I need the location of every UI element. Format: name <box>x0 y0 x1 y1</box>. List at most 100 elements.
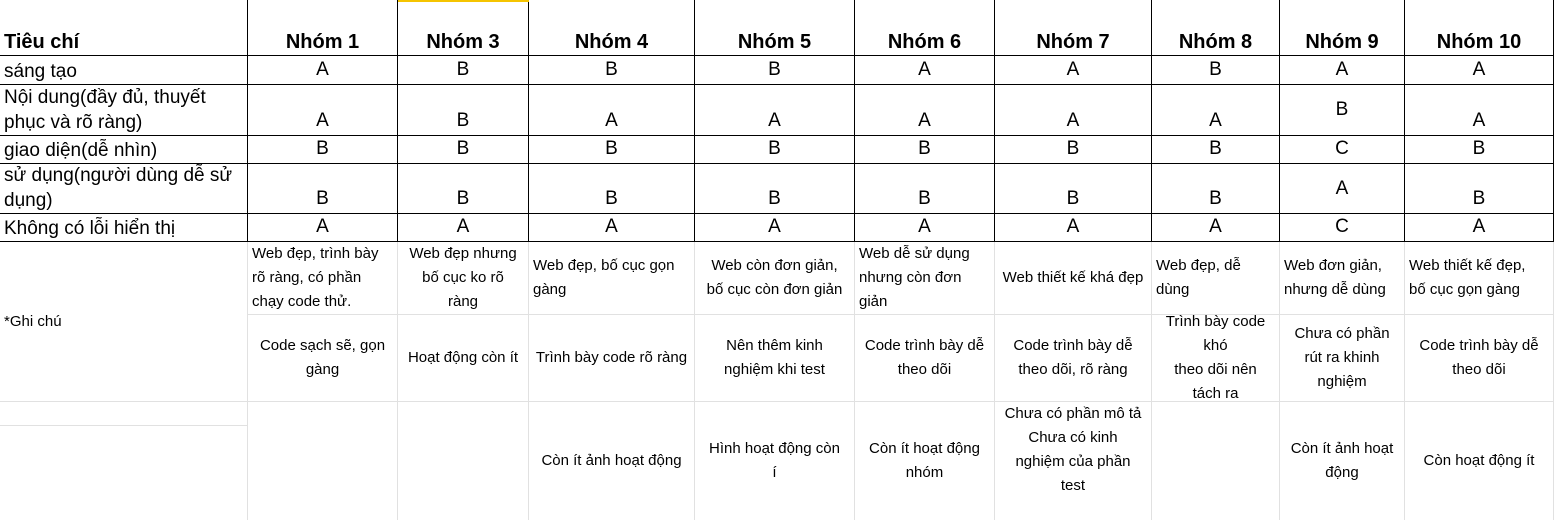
grade-cell[interactable]: A <box>995 85 1152 136</box>
grade-cell[interactable]: A <box>995 214 1152 242</box>
criteria-label[interactable]: sáng tạo <box>0 56 248 85</box>
grade-cell[interactable]: B <box>529 164 695 214</box>
header-group-3[interactable]: Nhóm 4 <box>529 0 695 56</box>
header-group-1[interactable]: Nhóm 1 <box>248 0 398 56</box>
note-cell[interactable]: Web thiết kế đẹp, bố cục gọn gàng <box>1405 242 1554 315</box>
grade-cell-text: C <box>1335 138 1349 159</box>
grade-cell[interactable]: B <box>398 85 529 136</box>
grade-cell[interactable]: A <box>855 85 995 136</box>
grade-cell[interactable]: A <box>1152 214 1280 242</box>
notes-label[interactable]: *Ghi chú <box>0 242 248 402</box>
note-cell-text: Web đẹp, bố cục gọn gàng <box>533 257 675 298</box>
note-cell[interactable]: Code trình bày dễ theo dõi <box>855 315 995 402</box>
note-cell[interactable]: Nên thêm kinh nghiệm khi test <box>695 315 855 402</box>
grade-cell[interactable]: B <box>855 164 995 214</box>
grade-cell[interactable]: B <box>248 164 398 214</box>
grade-cell[interactable]: A <box>529 214 695 242</box>
grade-cell[interactable]: B <box>995 164 1152 214</box>
header-group-7[interactable]: Nhóm 8 <box>1152 0 1280 56</box>
header-group-5[interactable]: Nhóm 6 <box>855 0 995 56</box>
header-group-8[interactable]: Nhóm 9 <box>1280 0 1405 56</box>
grade-cell[interactable]: A <box>398 214 529 242</box>
header-group-4[interactable]: Nhóm 5 <box>695 0 855 56</box>
header-group-2-text: Nhóm 3 <box>426 31 500 53</box>
grade-cell-text: A <box>1209 216 1222 237</box>
header-group-2[interactable]: Nhóm 3 <box>398 0 529 56</box>
grade-cell[interactable]: A <box>248 56 398 85</box>
grade-cell[interactable]: A <box>1280 164 1405 214</box>
note-cell[interactable]: Web đẹp nhưng bố cục ko rõ ràng <box>398 242 529 315</box>
grade-cell[interactable]: C <box>1280 136 1405 164</box>
grade-cell[interactable]: B <box>398 56 529 85</box>
criteria-label-text: giao diện(dễ nhìn) <box>4 140 158 161</box>
grade-cell[interactable]: A <box>1405 214 1554 242</box>
grade-cell[interactable]: A <box>1280 56 1405 85</box>
note-cell[interactable]: Web đơn giản, nhưng dễ dùng <box>1280 242 1405 315</box>
grade-cell[interactable]: B <box>1405 164 1554 214</box>
grade-cell[interactable]: B <box>695 136 855 164</box>
empty-cell[interactable] <box>0 426 248 520</box>
note-cell[interactable]: Còn ít ảnh hoạt động <box>529 402 695 520</box>
note-cell[interactable]: Còn ít ảnh hoạt động <box>1280 402 1405 520</box>
grade-cell[interactable]: B <box>695 164 855 214</box>
note-cell[interactable] <box>248 402 398 520</box>
grade-cell[interactable]: B <box>855 136 995 164</box>
grade-cell[interactable]: A <box>695 214 855 242</box>
note-cell[interactable]: Trình bày code rõ ràng <box>529 315 695 402</box>
note-cell[interactable]: Hoạt động còn ít <box>398 315 529 402</box>
grade-cell[interactable]: B <box>1152 164 1280 214</box>
grade-cell[interactable]: B <box>695 56 855 85</box>
grade-cell[interactable]: B <box>1152 136 1280 164</box>
grade-cell-text: B <box>1066 188 1080 209</box>
note-cell-text: Nên thêm kinh nghiệm khi test <box>724 337 825 378</box>
note-cell[interactable]: Còn hoạt động ít <box>1405 402 1554 520</box>
note-cell[interactable]: Web thiết kế khá đẹp <box>995 242 1152 315</box>
note-cell[interactable]: Web đẹp, dễ dùng <box>1152 242 1280 315</box>
grade-cell[interactable]: B <box>1280 85 1405 136</box>
grade-cell-text: A <box>1066 216 1080 237</box>
grade-cell[interactable]: A <box>1152 85 1280 136</box>
grade-cell[interactable]: A <box>855 56 995 85</box>
note-cell[interactable]: Web đẹp, trình bày rõ ràng, có phần chạy… <box>248 242 398 315</box>
grade-cell[interactable]: B <box>995 136 1152 164</box>
grade-cell[interactable]: A <box>1405 85 1554 136</box>
criteria-label[interactable]: Không có lỗi hiển thị <box>0 214 248 242</box>
grade-cell[interactable]: A <box>695 85 855 136</box>
note-cell[interactable] <box>1152 402 1280 520</box>
grade-cell[interactable]: A <box>248 214 398 242</box>
grade-cell[interactable]: B <box>1152 56 1280 85</box>
note-cell[interactable]: Web còn đơn giản, bố cục còn đơn giản <box>695 242 855 315</box>
note-cell[interactable]: Code sạch sẽ, gọn gàng <box>248 315 398 402</box>
note-cell[interactable]: Web dễ sử dụng nhưng còn đơn giản <box>855 242 995 315</box>
grade-cell[interactable]: B <box>398 164 529 214</box>
grade-cell-text: B <box>1335 99 1349 120</box>
grade-cell[interactable]: A <box>529 85 695 136</box>
criteria-label[interactable]: sử dụng(người dùng dễ sử dụng) <box>0 164 248 214</box>
note-cell[interactable]: Code trình bày dễ theo dõi, rõ ràng <box>995 315 1152 402</box>
note-cell[interactable]: Chưa có phần rút ra khinh nghiệm <box>1280 315 1405 402</box>
grade-cell[interactable]: B <box>529 136 695 164</box>
note-cell[interactable]: Web đẹp, bố cục gọn gàng <box>529 242 695 315</box>
note-cell[interactable]: Chưa có phần mô tả Chưa có kinh nghiệm c… <box>995 402 1152 520</box>
grade-cell[interactable]: B <box>398 136 529 164</box>
note-cell[interactable]: Còn ít hoạt động nhóm <box>855 402 995 520</box>
note-cell[interactable]: Hình hoạt động còn í <box>695 402 855 520</box>
grade-cell[interactable]: A <box>995 56 1152 85</box>
note-cell[interactable]: Trình bày code khó theo dõi nên tách ra <box>1152 315 1280 402</box>
note-cell[interactable] <box>398 402 529 520</box>
header-group-9[interactable]: Nhóm 10 <box>1405 0 1554 56</box>
header-group-6[interactable]: Nhóm 7 <box>995 0 1152 56</box>
grade-cell[interactable]: A <box>1405 56 1554 85</box>
empty-cell[interactable] <box>0 402 248 426</box>
note-cell-text: Còn ít hoạt động nhóm <box>869 440 980 481</box>
grade-cell[interactable]: A <box>855 214 995 242</box>
grade-cell[interactable]: B <box>248 136 398 164</box>
note-cell[interactable]: Code trình bày dễ theo dõi <box>1405 315 1554 402</box>
grade-cell[interactable]: B <box>1405 136 1554 164</box>
grade-cell[interactable]: C <box>1280 214 1405 242</box>
header-criteria[interactable]: Tiêu chí <box>0 0 248 56</box>
grade-cell[interactable]: A <box>248 85 398 136</box>
criteria-label[interactable]: Nội dung(đầy đủ, thuyết phục và rõ ràng) <box>0 85 248 136</box>
criteria-label[interactable]: giao diện(dễ nhìn) <box>0 136 248 164</box>
grade-cell[interactable]: B <box>529 56 695 85</box>
